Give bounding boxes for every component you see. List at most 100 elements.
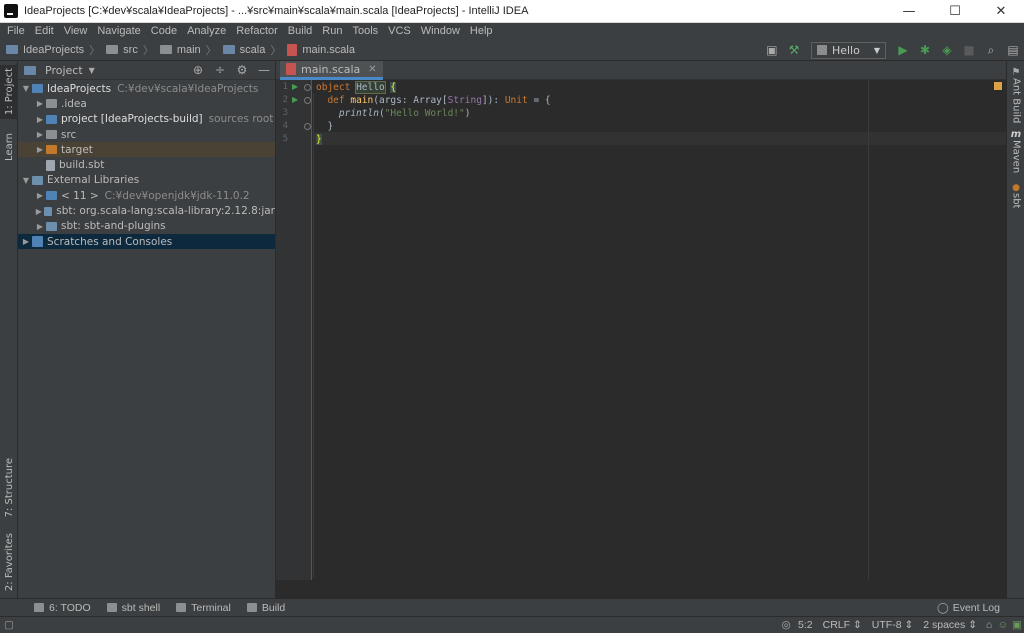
menu-vcs[interactable]: VCS [383,25,416,37]
run-config-label: Hello [831,43,860,57]
collapse-arrow-icon[interactable]: ▶ [34,99,46,108]
tree-node-jdk[interactable]: ▶ < 11 > C:¥dev¥openjdk¥jdk-11.0.2 [18,188,275,203]
tool-tab-structure[interactable]: 7: Structure [0,457,18,519]
run-config-dropdown[interactable]: Hello ▼ [810,41,886,59]
tool-tab-maven[interactable]: m Maven [1007,129,1024,173]
fold-marker-icon[interactable] [304,123,311,130]
tree-node-src[interactable]: ▶ src [18,127,275,142]
search-icon[interactable]: ⌕ [980,39,1002,61]
tree-node-target[interactable]: ▶ target [18,142,275,158]
menu-refactor[interactable]: Refactor [231,25,283,37]
tree-node-ideaprojects[interactable]: ▼ IdeaProjects C:¥dev¥scala¥IdeaProjects [18,81,275,96]
tree-node-build-sbt[interactable]: build.sbt [18,157,275,172]
project-view-selector[interactable]: Project [45,64,83,77]
breadcrumb-main-scala[interactable]: main.scala [281,43,355,56]
tree-node-label: project [IdeaProjects-build] [61,113,203,126]
expand-arrow-icon[interactable]: ▼ [20,176,32,185]
fold-marker-icon[interactable] [304,97,311,104]
close-tab-icon[interactable]: ✕ [368,64,376,75]
tool-tab-learn[interactable]: Learn [0,127,18,167]
keyword: def [327,95,345,106]
collapse-arrow-icon[interactable]: ▶ [20,237,32,246]
build-hammer-icon[interactable]: ⚒ [783,39,805,61]
editor-tab-main-scala[interactable]: main.scala ✕ [280,61,383,80]
minimize-button[interactable]: — [886,0,932,23]
collapse-arrow-icon[interactable]: ▶ [34,207,44,216]
expand-arrow-icon[interactable]: ▼ [20,84,32,93]
run-gutter-icon[interactable]: ▶ [292,95,298,104]
tool-tab-sbt-shell[interactable]: sbt shell [99,602,169,614]
menu-analyze[interactable]: Analyze [182,25,231,37]
hide-panel-icon[interactable]: — [253,63,275,77]
code-editor[interactable]: 1 2 3 4 5 ▶ ▶ object Hello { def main(ar… [276,80,1006,580]
menu-build[interactable]: Build [283,25,317,37]
breadcrumb-main[interactable]: main 〉 [154,42,217,58]
event-log-button[interactable]: ◯ Event Log [937,602,1000,614]
sbt-shell-icon [106,603,117,612]
maximize-button[interactable]: ☐ [932,0,978,23]
tool-tab-favorites[interactable]: 2: Favorites [0,531,18,593]
breadcrumb-ideaprojects[interactable]: IdeaProjects 〉 [0,42,100,58]
caret-position[interactable]: 5:2 [793,619,818,631]
tool-tab-label: Learn [3,133,15,161]
tool-tab-terminal[interactable]: Terminal [168,602,239,614]
collapse-arrow-icon[interactable]: ▶ [34,145,46,154]
tree-node-external-libraries[interactable]: ▼ External Libraries [18,173,275,188]
tool-tab-label: sbt shell [121,601,161,614]
menu-navigate[interactable]: Navigate [92,25,145,37]
notification-icon[interactable]: ▤ [1002,39,1024,61]
menu-help[interactable]: Help [465,25,498,37]
tool-tab-sbt[interactable]: ● sbt [1007,183,1024,208]
fold-marker-icon[interactable] [304,84,311,91]
git-status-icon[interactable]: ◎ [779,619,793,631]
inspector-icon[interactable]: ☺ [996,619,1010,631]
menu-edit[interactable]: Edit [30,25,59,37]
tool-tab-project[interactable]: 1: Project [0,65,18,119]
brace: } [327,121,334,132]
tool-tab-build[interactable]: Build [239,602,293,614]
memory-indicator-icon[interactable]: ▣ [1010,619,1024,631]
breadcrumb-src[interactable]: src 〉 [100,42,154,58]
menu-file[interactable]: File [2,25,30,37]
tree-node-label: target [61,143,93,156]
close-button[interactable]: ✕ [978,0,1024,23]
lock-icon[interactable]: ⌂ [982,619,996,631]
indent-selector[interactable]: 2 spaces ⇕ [918,619,982,631]
collapse-arrow-icon[interactable]: ▶ [34,191,46,200]
collapse-all-icon[interactable]: ÷ [209,63,231,77]
tree-node-label: Scratches and Consoles [47,235,173,248]
line-separator-selector[interactable]: CRLF ⇕ [818,619,867,631]
chevron-down-icon[interactable]: ▼ [89,66,95,75]
debug-icon[interactable]: ✱ [914,39,936,61]
tool-tab-ant-build[interactable]: ⚑ Ant Build [1007,67,1024,123]
collapse-arrow-icon[interactable]: ▶ [34,130,46,139]
identifier: Hello [355,81,386,94]
locate-file-icon[interactable]: ⊕ [187,63,209,77]
menu-run[interactable]: Run [317,25,347,37]
string-literal: "Hello World!" [384,108,465,119]
tree-node-scala-library[interactable]: ▶ sbt: org.scala-lang:scala-library:2.12… [18,203,275,218]
tool-tab-todo[interactable]: 6: TODO [26,602,99,614]
coverage-icon[interactable]: ◈ [936,39,958,61]
sbt-file-icon [46,159,55,171]
menu-code[interactable]: Code [146,25,182,37]
collapse-arrow-icon[interactable]: ▶ [34,115,46,124]
tree-node-sbt-plugins[interactable]: ▶ sbt: sbt-and-plugins [18,219,275,234]
tree-node-project-build[interactable]: ▶ project [IdeaProjects-build] sources r… [18,112,275,127]
stop-icon[interactable]: ■ [958,39,980,61]
encoding-selector[interactable]: UTF-8 ⇕ [867,619,918,631]
collapse-arrow-icon[interactable]: ▶ [34,222,46,231]
chevron-right-icon: 〉 [89,44,101,57]
tree-node-scratches[interactable]: ▶ Scratches and Consoles [18,233,275,250]
menu-window[interactable]: Window [416,25,465,37]
menu-tools[interactable]: Tools [347,25,383,37]
tree-node-idea[interactable]: ▶ .idea [18,96,275,111]
menu-view[interactable]: View [59,25,93,37]
breadcrumb-scala[interactable]: scala 〉 [217,42,281,58]
project-structure-icon[interactable]: ▣ [761,39,783,61]
gear-icon[interactable]: ⚙ [231,63,253,77]
toggle-tool-windows-icon[interactable]: ▢ [0,619,18,631]
run-icon[interactable]: ▶ [892,39,914,61]
run-gutter-icon[interactable]: ▶ [292,82,298,91]
warning-marker-icon[interactable] [994,82,1002,90]
